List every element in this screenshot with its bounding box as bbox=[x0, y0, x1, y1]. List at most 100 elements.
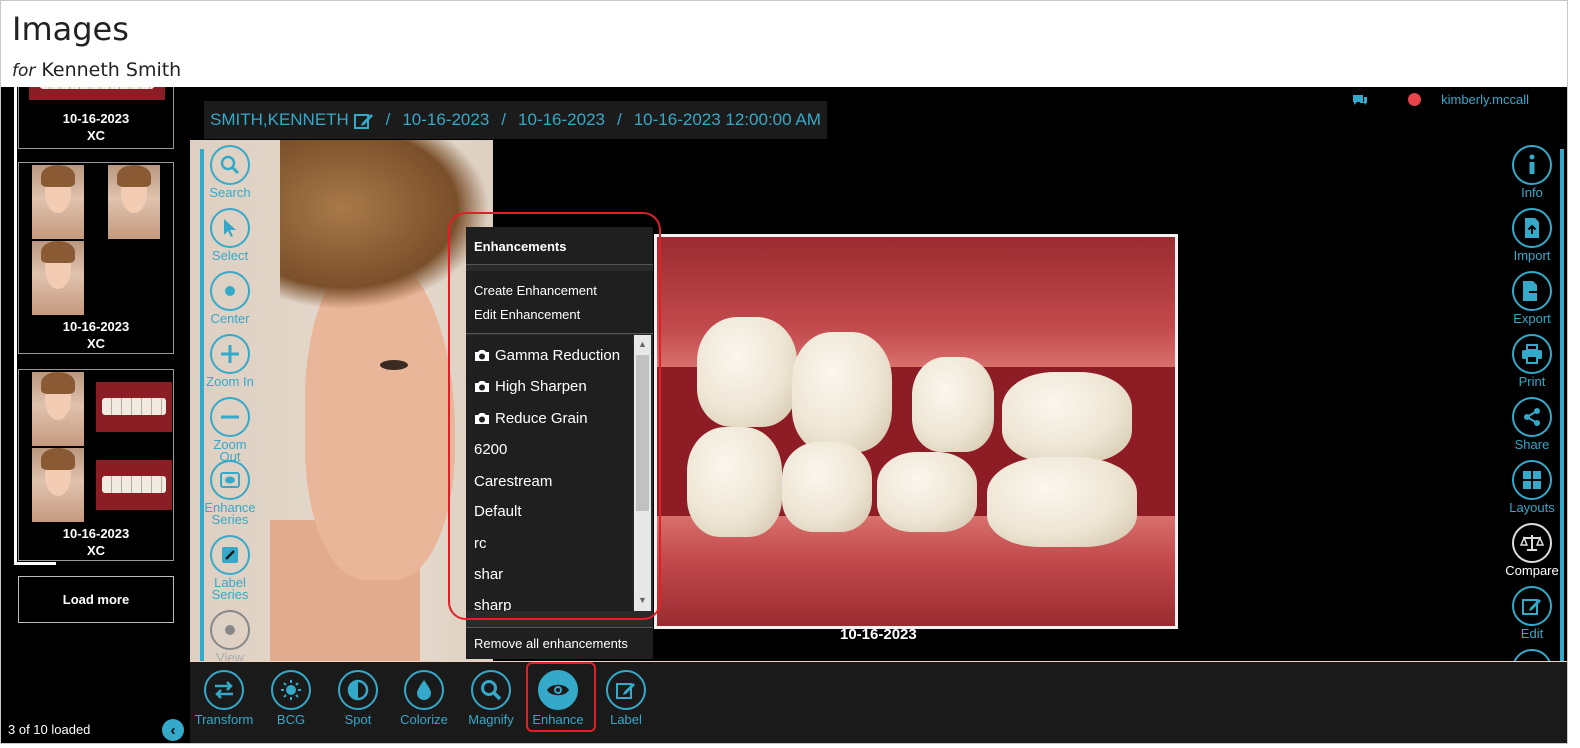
study-card[interactable]: 10-16-2023 XC bbox=[18, 162, 174, 354]
bcg-tool[interactable]: BCG bbox=[259, 670, 323, 727]
page-title: Images bbox=[12, 10, 129, 48]
print-icon bbox=[1512, 334, 1552, 374]
chat-icon[interactable] bbox=[1352, 94, 1368, 106]
layouts-icon bbox=[1512, 460, 1552, 500]
breadcrumb-date[interactable]: 10-16-2023 bbox=[518, 110, 605, 130]
breadcrumb-patient[interactable]: SMITH,KENNETH bbox=[210, 110, 374, 130]
compare-tool[interactable]: Compare bbox=[1505, 523, 1559, 577]
tool-label: Print bbox=[1518, 374, 1546, 389]
search-icon bbox=[210, 145, 250, 185]
info-tool[interactable]: Info bbox=[1505, 145, 1559, 199]
subtitle-prefix: for bbox=[12, 61, 36, 81]
tool-label: Import bbox=[1513, 248, 1551, 263]
enhance-series-icon bbox=[210, 460, 250, 500]
patient-label: SMITH,KENNETH bbox=[210, 110, 349, 129]
info-icon bbox=[1512, 145, 1552, 185]
image-viewer[interactable]: 10-16-2023 SMITH,KENNETH / 10-16-2023 / … bbox=[190, 87, 1567, 661]
thumbnail-image bbox=[96, 460, 172, 510]
spot-icon bbox=[338, 670, 378, 710]
share-tool[interactable]: Share bbox=[1505, 397, 1559, 451]
study-modality: XC bbox=[86, 336, 106, 351]
breadcrumb-separator: / bbox=[385, 110, 391, 129]
tool-label: Label Series bbox=[211, 575, 249, 602]
load-more-button[interactable]: Load more bbox=[18, 576, 174, 623]
tool-label: Share bbox=[1514, 437, 1550, 452]
breadcrumb-datetime[interactable]: 10-16-2023 12:00:00 AM bbox=[634, 110, 821, 130]
center-icon bbox=[210, 271, 250, 311]
study-modality: XC bbox=[86, 543, 106, 558]
cursor-icon bbox=[210, 208, 250, 248]
bcg-icon bbox=[271, 670, 311, 710]
zoom-in-tool[interactable]: Zoom In bbox=[203, 334, 257, 388]
view-tool[interactable]: View bbox=[203, 610, 257, 661]
study-card[interactable]: 10-16-2023 XC bbox=[18, 369, 174, 561]
right-tool-rail bbox=[1560, 149, 1564, 661]
zoom-out-icon bbox=[210, 397, 250, 437]
select-tool[interactable]: Select bbox=[203, 208, 257, 262]
intraoral-photo[interactable] bbox=[654, 234, 1178, 629]
rail-line bbox=[14, 87, 17, 565]
more-tool[interactable] bbox=[1505, 649, 1559, 661]
tool-label: Search bbox=[209, 185, 251, 200]
label-icon bbox=[606, 670, 646, 710]
thumbnail-image bbox=[29, 87, 165, 100]
chevron-left-icon: ‹ bbox=[170, 721, 176, 739]
thumbnail-image bbox=[108, 165, 160, 239]
tool-label: Colorize bbox=[400, 712, 448, 727]
study-card[interactable]: 10-16-2023 XC bbox=[18, 87, 174, 149]
tool-label: Info bbox=[1521, 185, 1543, 200]
study-date: 10-16-2023 bbox=[62, 319, 130, 334]
colorize-tool[interactable]: Colorize bbox=[392, 670, 456, 727]
tool-label: Select bbox=[211, 248, 249, 263]
image-date-label: 10-16-2023 bbox=[840, 626, 917, 643]
photo-region bbox=[697, 317, 797, 427]
tool-label: Magnify bbox=[468, 712, 514, 727]
magnify-icon bbox=[471, 670, 511, 710]
import-tool[interactable]: Import bbox=[1505, 208, 1559, 262]
transform-tool[interactable]: Transform bbox=[192, 670, 256, 727]
thumbnail-image bbox=[32, 372, 84, 446]
tool-label: View bbox=[216, 650, 244, 661]
share-icon bbox=[1512, 397, 1552, 437]
user-area: kimberly.mccall bbox=[1352, 92, 1529, 107]
thumbnail-rail: 10-16-2023 XC 10-16-2023 XC 10-16-2023 X… bbox=[1, 87, 190, 743]
patient-name: Kenneth Smith bbox=[41, 59, 182, 81]
tool-label: Compare bbox=[1505, 563, 1559, 578]
photo-region bbox=[380, 360, 408, 370]
zoom-out-tool[interactable]: Zoom Out bbox=[203, 397, 257, 463]
transform-icon bbox=[204, 670, 244, 710]
export-tool[interactable]: Export bbox=[1505, 271, 1559, 325]
spot-tool[interactable]: Spot bbox=[326, 670, 390, 727]
breadcrumb-separator: / bbox=[616, 110, 622, 129]
study-date: 10-16-2023 bbox=[62, 111, 130, 126]
status-indicator bbox=[1408, 93, 1422, 106]
breadcrumb-date[interactable]: 10-16-2023 bbox=[402, 110, 489, 130]
user-name[interactable]: kimberly.mccall bbox=[1441, 92, 1529, 107]
loaded-count: 3 of 10 loaded bbox=[8, 722, 91, 737]
tool-label: Transform bbox=[194, 712, 254, 727]
compare-icon bbox=[1512, 523, 1552, 563]
magnify-tool[interactable]: Magnify bbox=[459, 670, 523, 727]
edit-tool[interactable]: Edit bbox=[1505, 586, 1559, 640]
tool-label: Layouts bbox=[1509, 500, 1555, 515]
photo-region bbox=[792, 332, 892, 452]
remove-all-enhancements-button[interactable]: Remove all enhancements bbox=[466, 627, 653, 659]
label-tool[interactable]: Label bbox=[594, 670, 658, 727]
thumbnail-image bbox=[32, 241, 84, 315]
print-tool[interactable]: Print bbox=[1505, 334, 1559, 388]
photo-region bbox=[877, 452, 977, 532]
tool-label: Zoom In bbox=[206, 374, 254, 389]
enhance-series-tool[interactable]: Enhance Series bbox=[203, 460, 257, 526]
photo-region bbox=[987, 457, 1137, 547]
zoom-in-icon bbox=[210, 334, 250, 374]
photo-region bbox=[912, 357, 994, 452]
collapse-rail-button[interactable]: ‹ bbox=[162, 719, 184, 741]
edit-patient-icon[interactable] bbox=[353, 112, 374, 130]
search-tool[interactable]: Search bbox=[203, 145, 257, 199]
center-tool[interactable]: Center bbox=[203, 271, 257, 325]
menu-highlight-outline bbox=[448, 212, 661, 620]
layouts-tool[interactable]: Layouts bbox=[1505, 460, 1559, 514]
label-series-tool[interactable]: Label Series bbox=[203, 535, 257, 601]
breadcrumb: SMITH,KENNETH / 10-16-2023 / 10-16-2023 … bbox=[204, 101, 827, 139]
more-icon bbox=[1512, 649, 1552, 661]
